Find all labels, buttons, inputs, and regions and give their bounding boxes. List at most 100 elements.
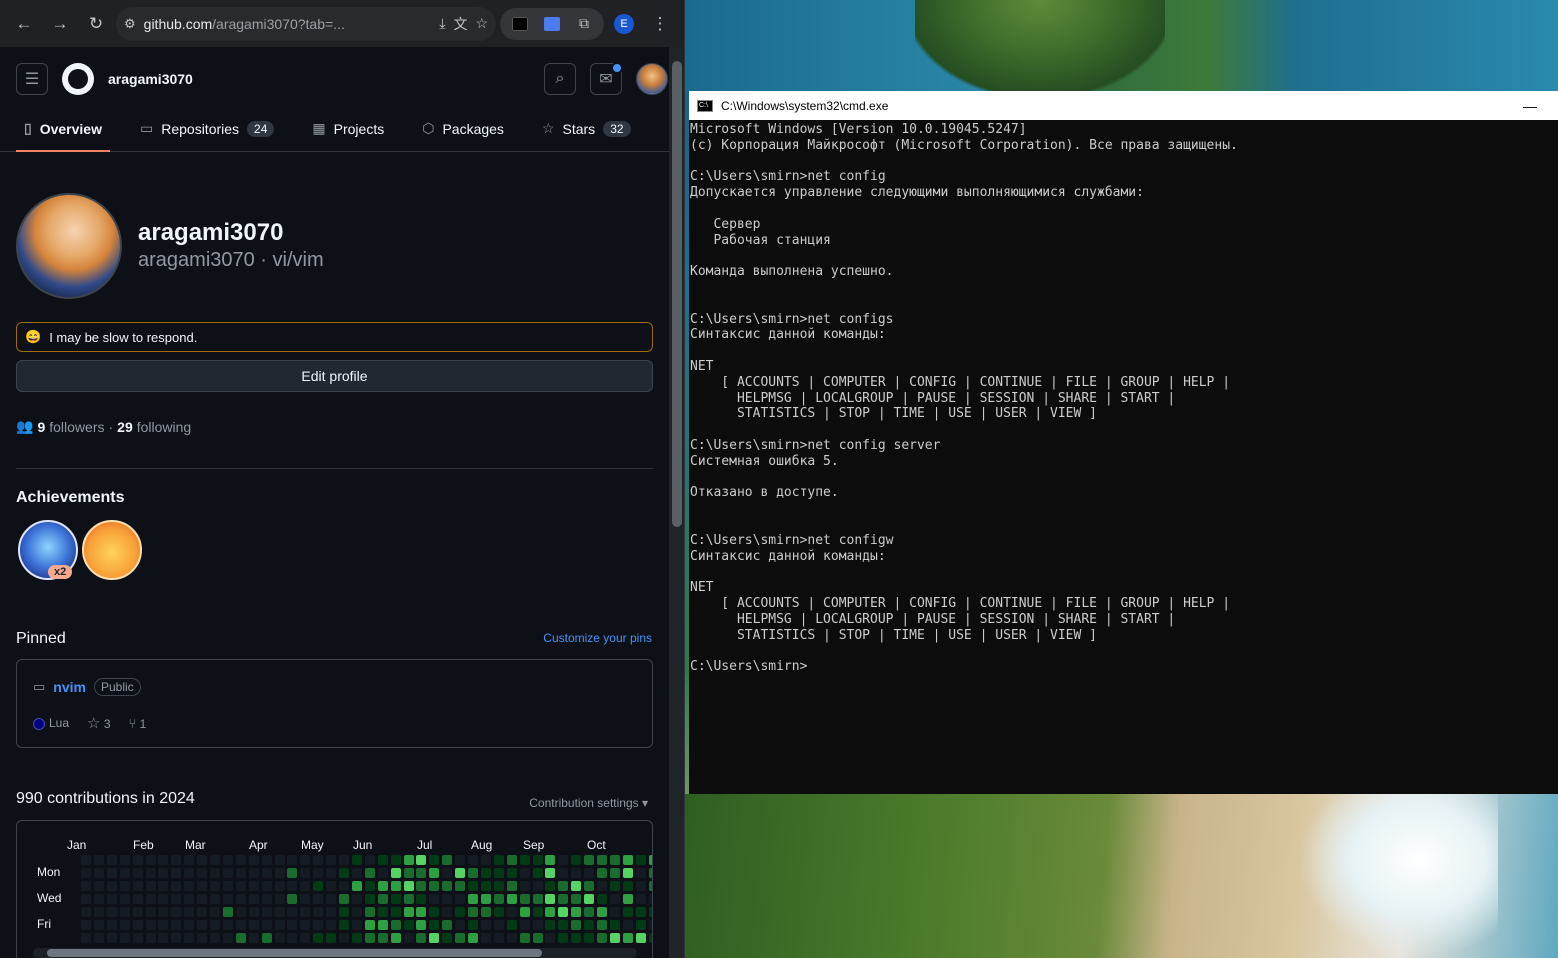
google-translate-extension-icon[interactable]: [538, 10, 566, 38]
contribution-cell[interactable]: [442, 855, 453, 865]
contribution-cell[interactable]: [493, 894, 504, 904]
contribution-cell[interactable]: [532, 894, 543, 904]
contribution-cell[interactable]: [403, 920, 414, 930]
contribution-cell[interactable]: [300, 907, 311, 917]
puzzle-extensions-icon[interactable]: ⧉: [570, 10, 598, 38]
contribution-cell[interactable]: [364, 881, 375, 891]
contribution-cell[interactable]: [300, 855, 311, 865]
contribution-cell[interactable]: [519, 920, 530, 930]
contribution-cell[interactable]: [455, 855, 466, 865]
contribution-cell[interactable]: [480, 894, 491, 904]
contribution-cell[interactable]: [519, 881, 530, 891]
contribution-cell[interactable]: [274, 920, 285, 930]
contribution-cell[interactable]: [313, 881, 324, 891]
contribution-cell[interactable]: [210, 868, 220, 878]
contribution-cell[interactable]: [287, 894, 298, 904]
contribution-cell[interactable]: [93, 868, 104, 878]
contribution-cell[interactable]: [222, 894, 233, 904]
contribution-cell[interactable]: [184, 933, 195, 943]
contribution-cell[interactable]: [506, 855, 517, 865]
contribution-cell[interactable]: [81, 907, 91, 917]
contribution-cell[interactable]: [468, 907, 478, 917]
contribution-cell[interactable]: [132, 907, 143, 917]
contribution-cell[interactable]: [93, 933, 104, 943]
profile-avatar-large[interactable]: [16, 193, 122, 299]
contribution-cell[interactable]: [468, 920, 478, 930]
contribution-cell[interactable]: [635, 855, 646, 865]
contribution-cell[interactable]: [106, 907, 117, 917]
contribution-cell[interactable]: [545, 868, 556, 878]
contribution-cell[interactable]: [313, 868, 324, 878]
contribution-cell[interactable]: [442, 881, 453, 891]
contribution-cell[interactable]: [532, 907, 543, 917]
contribution-cell[interactable]: [390, 868, 401, 878]
contribution-cell[interactable]: [210, 894, 220, 904]
contribution-cell[interactable]: [274, 907, 285, 917]
contribution-cell[interactable]: [222, 933, 233, 943]
contribution-cell[interactable]: [545, 855, 556, 865]
contribution-cell[interactable]: [429, 881, 440, 891]
install-app-icon[interactable]: ⤓: [439, 15, 445, 32]
contribution-cell[interactable]: [132, 920, 143, 930]
contribution-cell[interactable]: [351, 855, 362, 865]
contribution-cell[interactable]: [351, 933, 362, 943]
contribution-cell[interactable]: [339, 894, 349, 904]
contribution-cell[interactable]: [377, 868, 388, 878]
github-logo-icon[interactable]: [62, 62, 94, 95]
contribution-cell[interactable]: [339, 855, 349, 865]
contribution-cell[interactable]: [145, 933, 156, 943]
contribution-cell[interactable]: [416, 933, 427, 943]
contribution-cell[interactable]: [429, 933, 440, 943]
contribution-cell[interactable]: [545, 933, 556, 943]
contribution-cell[interactable]: [622, 907, 633, 917]
contribution-cell[interactable]: [197, 855, 208, 865]
contribution-cell[interactable]: [390, 894, 401, 904]
contribution-cell[interactable]: [132, 868, 143, 878]
contribution-cell[interactable]: [197, 907, 208, 917]
contribution-cell[interactable]: [609, 920, 620, 930]
contribution-cell[interactable]: [468, 933, 478, 943]
contribution-cell[interactable]: [442, 933, 453, 943]
contribution-cell[interactable]: [81, 868, 91, 878]
contribution-cell[interactable]: [235, 907, 246, 917]
contribution-cell[interactable]: [93, 920, 104, 930]
contribution-cell[interactable]: [119, 907, 130, 917]
contribution-cell[interactable]: [480, 855, 491, 865]
contribution-cell[interactable]: [248, 881, 259, 891]
bookmark-star-icon[interactable]: ☆: [475, 15, 488, 32]
following-label[interactable]: following: [137, 419, 191, 435]
contribution-cell[interactable]: [197, 933, 208, 943]
user-avatar-menu[interactable]: [636, 62, 668, 95]
contribution-cell[interactable]: [145, 920, 156, 930]
contribution-cell[interactable]: [532, 868, 543, 878]
contribution-cell[interactable]: [545, 920, 556, 930]
contribution-cell[interactable]: [416, 907, 427, 917]
contribution-cell[interactable]: [184, 881, 195, 891]
contribution-cell[interactable]: [248, 907, 259, 917]
contribution-cell[interactable]: [442, 894, 453, 904]
contribution-cell[interactable]: [364, 868, 375, 878]
following-count[interactable]: 29: [117, 419, 133, 435]
contribution-cell[interactable]: [635, 933, 646, 943]
contribution-cell[interactable]: [493, 907, 504, 917]
contribution-cell[interactable]: [158, 920, 169, 930]
contribution-cell[interactable]: [609, 907, 620, 917]
contribution-cell[interactable]: [390, 907, 401, 917]
contribution-cell[interactable]: [390, 881, 401, 891]
contribution-cell[interactable]: [158, 868, 169, 878]
contribution-cell[interactable]: [403, 907, 414, 917]
contribution-cell[interactable]: [235, 920, 246, 930]
contribution-cell[interactable]: [274, 894, 285, 904]
contribution-cell[interactable]: [235, 933, 246, 943]
contribution-cell[interactable]: [364, 920, 375, 930]
contribution-cell[interactable]: [119, 920, 130, 930]
contribution-cell[interactable]: [158, 894, 169, 904]
contribution-cell[interactable]: [274, 868, 285, 878]
contribution-cell[interactable]: [571, 933, 582, 943]
contribution-cell[interactable]: [351, 907, 362, 917]
contribution-cell[interactable]: [210, 933, 220, 943]
url-text[interactable]: github.com/aragami3070?tab=...: [144, 16, 432, 32]
contribution-cell[interactable]: [261, 933, 272, 943]
followers-label[interactable]: followers: [49, 419, 104, 435]
contribution-cell[interactable]: [480, 868, 491, 878]
